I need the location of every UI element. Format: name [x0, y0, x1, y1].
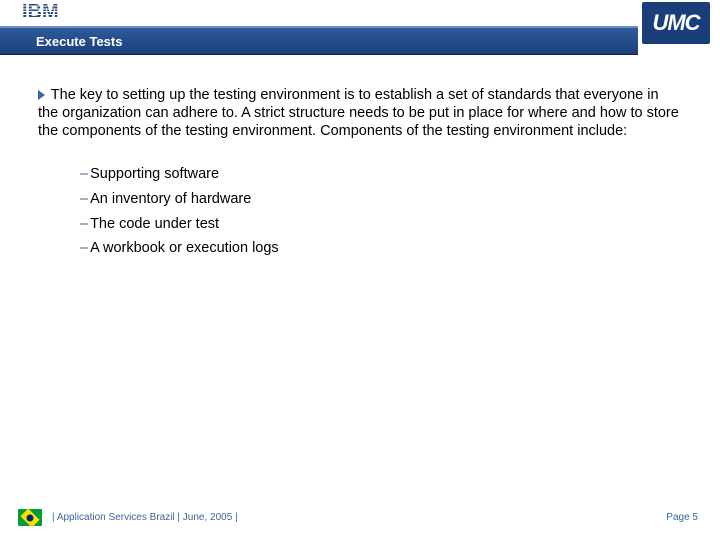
dash-icon: – — [80, 240, 88, 256]
arrow-bullet-icon — [38, 90, 45, 100]
ibm-logo: IBM — [22, 4, 82, 26]
umc-logo-text: UMC — [652, 10, 699, 36]
bullet-list: –Supporting software –An inventory of ha… — [80, 162, 682, 261]
dash-icon: – — [80, 191, 88, 207]
list-item: –The code under test — [80, 212, 682, 237]
dash-icon: – — [80, 166, 88, 182]
footer-text: | Application Services Brazil | June, 20… — [52, 512, 238, 523]
body-paragraph: The key to setting up the testing enviro… — [38, 86, 682, 140]
page-number: Page 5 — [666, 512, 698, 523]
slide-content: The key to setting up the testing enviro… — [38, 86, 682, 261]
slide-footer: | Application Services Brazil | June, 20… — [0, 506, 720, 526]
umc-logo: UMC — [642, 2, 710, 44]
list-item-text: A workbook or execution logs — [90, 240, 279, 256]
brazil-flag-icon — [18, 509, 42, 526]
list-item: –An inventory of hardware — [80, 187, 682, 212]
ibm-logo-text: IBM — [22, 1, 59, 24]
body-paragraph-text: The key to setting up the testing enviro… — [38, 87, 679, 139]
list-item: –Supporting software — [80, 162, 682, 187]
dash-icon: – — [80, 216, 88, 232]
list-item-text: The code under test — [90, 216, 219, 232]
list-item-text: An inventory of hardware — [90, 191, 251, 207]
title-bar: Execute Tests — [0, 26, 638, 55]
list-item-text: Supporting software — [90, 166, 219, 182]
list-item: –A workbook or execution logs — [80, 236, 682, 261]
slide-title: Execute Tests — [36, 34, 122, 49]
slide-header: IBM Execute Tests UMC — [0, 0, 720, 56]
